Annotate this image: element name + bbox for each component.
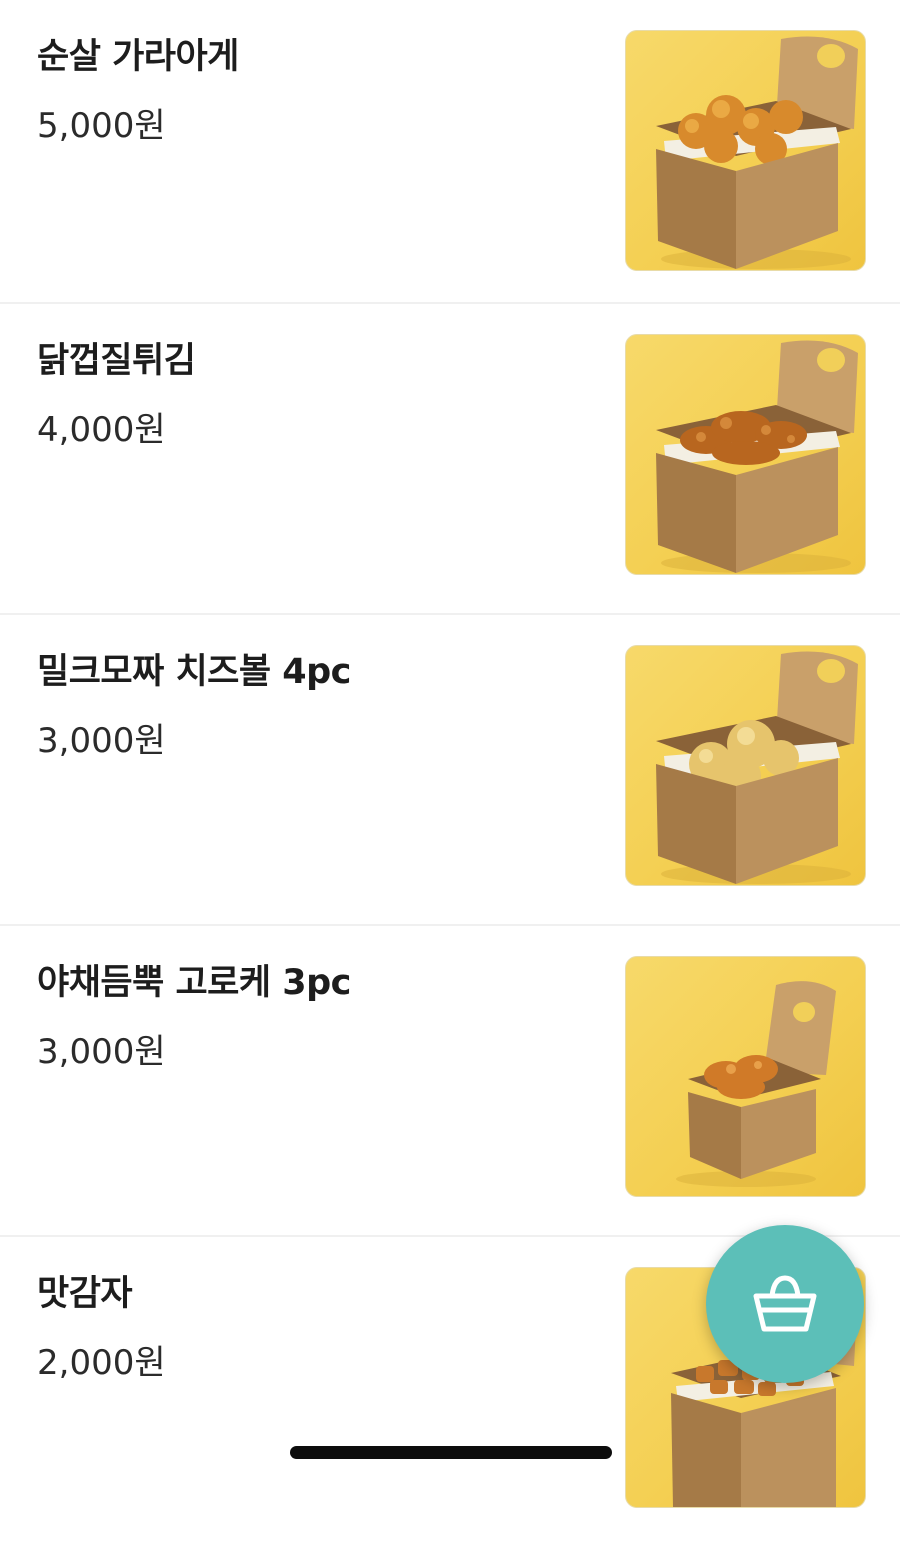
fried-chicken-skin-box-icon (656, 340, 858, 573)
home-indicator (290, 1446, 612, 1459)
menu-item-price: 3,000원 (37, 721, 166, 761)
menu-item-photo (625, 956, 866, 1197)
boneless-karaage-box-icon (656, 36, 858, 269)
menu-item[interactable]: 닭껍질튀김 4,000원 (0, 304, 900, 615)
menu-item-price: 3,000원 (37, 1032, 166, 1072)
menu-item[interactable]: 밀크모짜 치즈볼 4pc 3,000원 (0, 615, 900, 926)
menu-item-price: 2,000원 (37, 1343, 166, 1383)
menu-item-name: 순살 가라아게 (37, 37, 239, 77)
menu-item-price: 5,000원 (37, 106, 166, 146)
menu-item-photo (625, 645, 866, 886)
menu-item-price: 4,000원 (37, 410, 166, 450)
menu-item-photo (625, 334, 866, 575)
menu-item-name: 맛감자 (37, 1274, 133, 1314)
cart-button[interactable] (706, 1225, 864, 1383)
menu-item-photo (625, 30, 866, 271)
vegetable-croquette-box-icon (676, 981, 836, 1187)
menu-item-name: 밀크모짜 치즈볼 4pc (37, 652, 351, 692)
menu-item-name: 닭껍질튀김 (37, 341, 196, 381)
shopping-basket-icon (753, 1275, 817, 1332)
menu-item-name: 야채듬뿍 고로케 3pc (37, 963, 351, 1003)
cheese-ball-box-icon (656, 651, 858, 884)
menu-item[interactable]: 야채듬뿍 고로케 3pc 3,000원 (0, 926, 900, 1237)
menu-item[interactable]: 순살 가라아게 5,000원 (0, 0, 900, 304)
